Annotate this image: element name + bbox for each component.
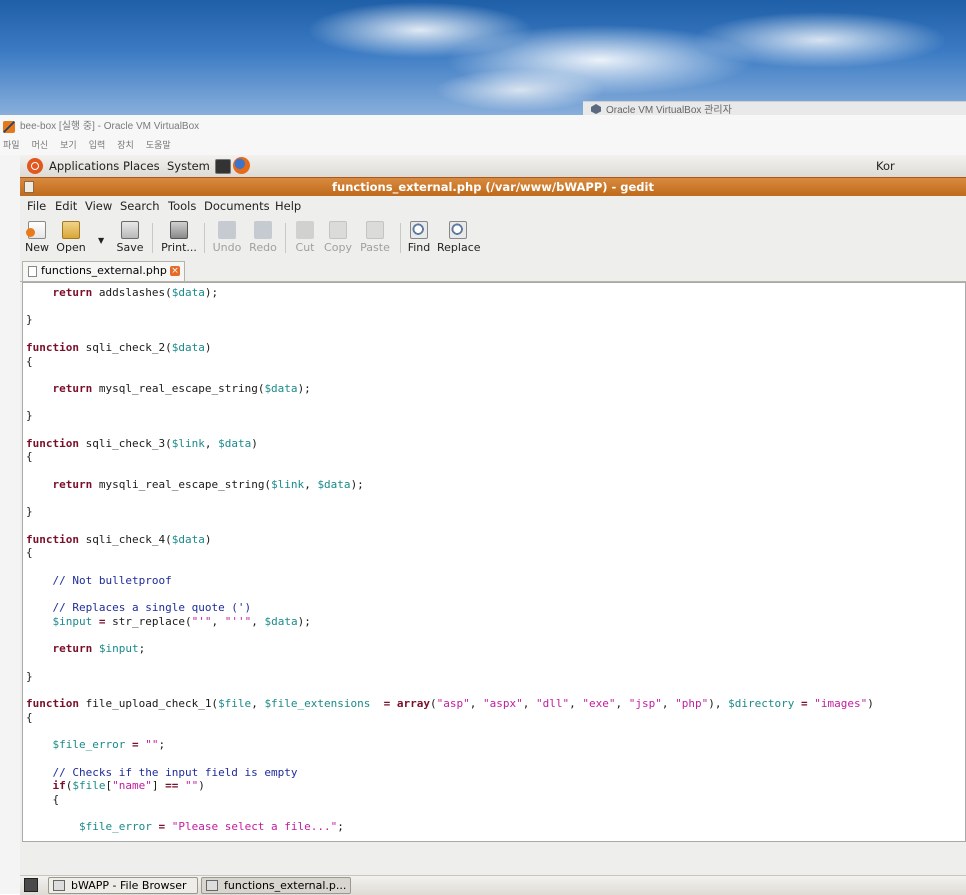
taskbar-item-file-browser[interactable]: bWAPP - File Browser bbox=[48, 877, 198, 894]
gedit-icon bbox=[206, 880, 218, 891]
terminal-launcher-icon[interactable] bbox=[215, 159, 231, 174]
vbox-menu-input[interactable]: 입력 bbox=[89, 137, 106, 155]
undo-arrow-icon bbox=[218, 221, 236, 239]
paste-button[interactable]: Paste bbox=[358, 217, 392, 259]
new-document-icon bbox=[26, 221, 46, 239]
code-text[interactable]: return addslashes($data); } function sql… bbox=[26, 286, 874, 834]
code-editor[interactable]: return addslashes($data); } function sql… bbox=[22, 282, 966, 842]
open-button[interactable]: Open bbox=[56, 217, 86, 259]
gedit-menubar: File Edit View Search Tools Documents He… bbox=[20, 195, 966, 217]
toolbar-separator bbox=[400, 223, 401, 253]
virtualbox-window: bee-box [실행 중] - Oracle VM VirtualBox 파일… bbox=[0, 115, 966, 895]
vbox-menu-view[interactable]: 보기 bbox=[60, 137, 77, 155]
cut-button[interactable]: Cut bbox=[292, 217, 318, 259]
vbox-menu-help[interactable]: 도움말 bbox=[146, 137, 171, 155]
keyboard-layout-indicator[interactable]: Kor bbox=[876, 155, 895, 177]
tab-functions-external[interactable]: functions_external.php × bbox=[22, 261, 185, 281]
guest-screen: Applications Places System Kor functions… bbox=[20, 155, 966, 895]
scissors-icon bbox=[296, 221, 314, 239]
document-tabbar: functions_external.php × bbox=[20, 259, 966, 282]
save-button[interactable]: Save bbox=[115, 217, 145, 259]
bottom-taskbar: bWAPP - File Browser functions_external.… bbox=[20, 875, 966, 895]
gedit-titlebar[interactable]: functions_external.php (/var/www/bWAPP) … bbox=[20, 177, 966, 196]
close-tab-icon[interactable]: × bbox=[170, 266, 180, 276]
copy-icon bbox=[329, 221, 347, 239]
vbox-menu-devices[interactable]: 장치 bbox=[117, 137, 134, 155]
virtualbox-titlebar[interactable]: bee-box [실행 중] - Oracle VM VirtualBox bbox=[0, 115, 966, 137]
show-desktop-icon[interactable] bbox=[24, 878, 38, 892]
copy-button[interactable]: Copy bbox=[323, 217, 353, 259]
top-panel: Applications Places System Kor bbox=[20, 155, 966, 177]
system-menu[interactable]: System bbox=[167, 155, 210, 177]
open-recent-dropdown[interactable]: ▼ bbox=[98, 236, 104, 245]
menu-edit[interactable]: Edit bbox=[55, 195, 77, 217]
menu-help[interactable]: Help bbox=[275, 195, 301, 217]
applications-menu[interactable]: Applications bbox=[49, 155, 119, 177]
document-icon bbox=[24, 181, 34, 193]
vbox-menu-file[interactable]: 파일 bbox=[3, 137, 20, 155]
replace-button[interactable]: Replace bbox=[437, 217, 481, 259]
firefox-launcher-icon[interactable] bbox=[233, 157, 250, 174]
find-button[interactable]: Find bbox=[406, 217, 432, 259]
gedit-title: functions_external.php (/var/www/bWAPP) … bbox=[332, 180, 654, 194]
gedit-toolbar: New Open ▼ Save Print... Undo Redo Cut C… bbox=[20, 217, 966, 259]
ubuntu-logo-icon[interactable] bbox=[27, 158, 43, 174]
magnifier-icon bbox=[410, 221, 428, 239]
vbox-menu-machine[interactable]: 머신 bbox=[32, 137, 49, 155]
find-replace-icon bbox=[449, 221, 467, 239]
save-disk-icon bbox=[121, 221, 139, 239]
toolbar-separator bbox=[285, 223, 286, 253]
clipboard-icon bbox=[366, 221, 384, 239]
taskbar-item-gedit[interactable]: functions_external.p... bbox=[201, 877, 351, 894]
php-file-icon bbox=[28, 266, 37, 277]
undo-button[interactable]: Undo bbox=[212, 217, 242, 259]
toolbar-separator bbox=[204, 223, 205, 253]
menu-search[interactable]: Search bbox=[120, 195, 160, 217]
places-menu[interactable]: Places bbox=[123, 155, 160, 177]
virtualbox-menubar: 파일 머신 보기 입력 장치 도움말 bbox=[0, 137, 966, 155]
redo-button[interactable]: Redo bbox=[248, 217, 278, 259]
open-folder-icon bbox=[62, 221, 80, 239]
gedit-window: functions_external.php (/var/www/bWAPP) … bbox=[20, 177, 966, 849]
toolbar-separator bbox=[152, 223, 153, 253]
virtualbox-logo-icon bbox=[3, 121, 15, 133]
file-browser-icon bbox=[53, 880, 65, 891]
virtualbox-title: bee-box [실행 중] - Oracle VM VirtualBox bbox=[20, 121, 200, 132]
redo-arrow-icon bbox=[254, 221, 272, 239]
menu-documents[interactable]: Documents bbox=[204, 195, 270, 217]
menu-file[interactable]: File bbox=[27, 195, 46, 217]
new-button[interactable]: New bbox=[24, 217, 50, 259]
virtualbox-icon bbox=[591, 104, 601, 114]
menu-tools[interactable]: Tools bbox=[168, 195, 196, 217]
print-button[interactable]: Print... bbox=[160, 217, 198, 259]
printer-icon bbox=[170, 221, 188, 239]
menu-view[interactable]: View bbox=[85, 195, 112, 217]
